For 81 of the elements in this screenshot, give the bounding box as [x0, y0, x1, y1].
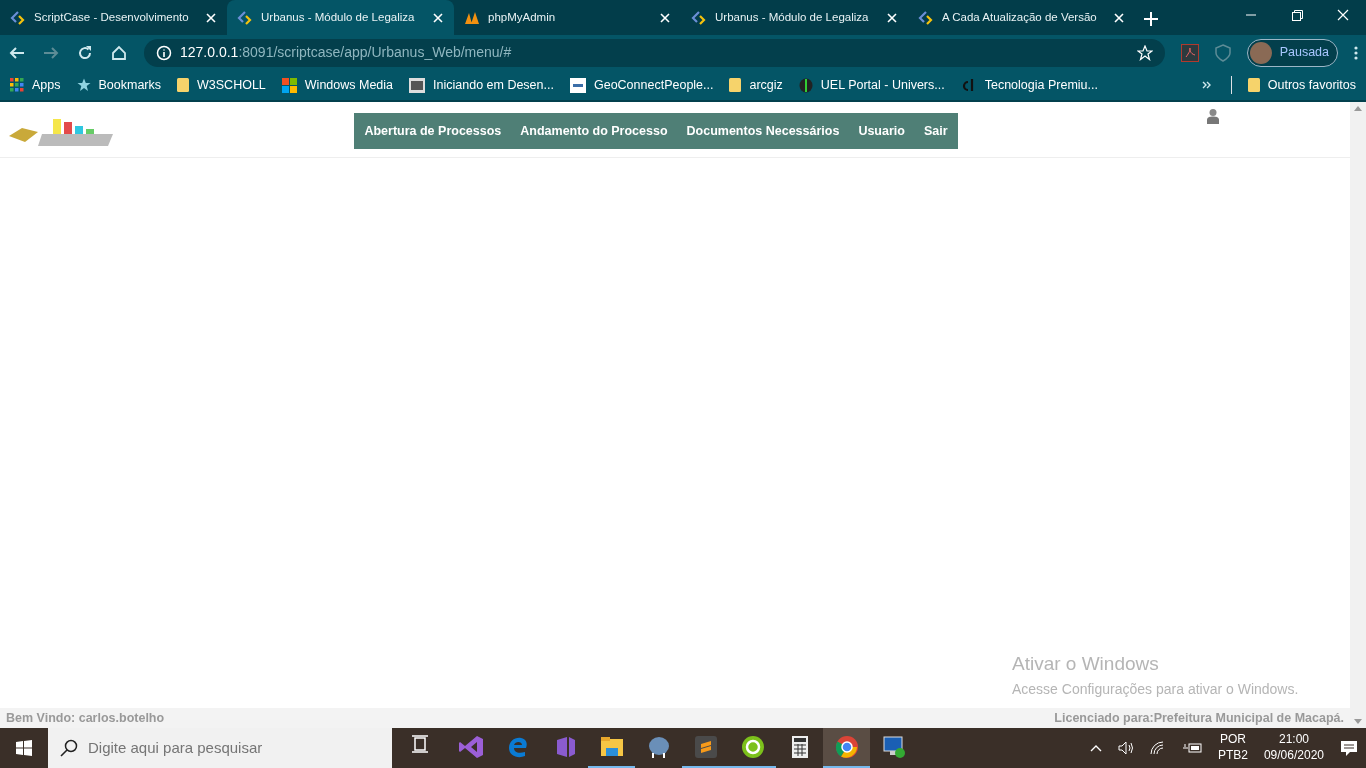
close-icon: [660, 12, 670, 23]
search-box[interactable]: Digite aqui para pesquisar: [48, 728, 392, 768]
folder-icon: [729, 77, 742, 93]
pdf-extension-icon[interactable]: [1180, 43, 1199, 62]
bookmark[interactable]: Iniciando em Desen...: [409, 75, 554, 95]
globe-icon: [798, 77, 813, 93]
home-icon: [111, 44, 127, 61]
chevron-logo-icon: [237, 9, 253, 26]
new-tab-button[interactable]: [1143, 11, 1159, 27]
home-button[interactable]: [110, 44, 128, 61]
close-icon: [1337, 9, 1349, 21]
chevron-logo-icon: [10, 9, 26, 26]
bookmark[interactable]: Windows Media: [281, 75, 394, 95]
plus-icon: [1144, 12, 1158, 26]
forward-arrow-icon: [43, 44, 59, 61]
double-chevron-icon: [1201, 80, 1212, 90]
folder-icon: [177, 77, 190, 93]
round-logo-icon: [740, 735, 765, 759]
browser-tab[interactable]: A Cada Atualização de Versão: [908, 0, 1135, 35]
chevron-logo-icon: [918, 9, 934, 26]
close-icon: [433, 12, 443, 23]
language-indicator[interactable]: POR PTB2: [1217, 732, 1248, 764]
back-button[interactable]: [8, 44, 26, 61]
browser-tab[interactable]: phpMyAdmin: [454, 0, 681, 35]
battery-icon[interactable]: [1181, 741, 1202, 755]
folder-icon: [599, 735, 624, 759]
s-logo-icon: [693, 735, 718, 759]
clock[interactable]: 21:00 09/06/2020: [1263, 732, 1324, 764]
browser-tab[interactable]: Urbanus - Módulo de Legaliza: [681, 0, 908, 35]
folder-icon: [1247, 77, 1260, 93]
bookmarks-folder[interactable]: Outros favoritos: [1230, 75, 1356, 95]
address-bar[interactable]: 127.0.0.1:8091/scriptcase/app/Urbanus_Web/menu/#: [144, 38, 1165, 67]
windows-logo-icon: [16, 740, 32, 756]
restore-icon: [1291, 9, 1303, 21]
volume-icon[interactable]: [1117, 740, 1134, 756]
search-field[interactable]: Digite aqui para pesquisar: [86, 735, 380, 761]
menu-icon[interactable]: [1354, 44, 1358, 61]
wifi-icon[interactable]: [1149, 741, 1166, 755]
close-icon: [206, 12, 216, 23]
menu-link[interactable]: Documentos Necessários: [677, 121, 849, 141]
activation-title: Ativar o Windows: [1012, 652, 1160, 676]
menu-link[interactable]: Andamento do Processo: [510, 121, 678, 141]
image-icon: [409, 77, 426, 93]
star-icon: [76, 78, 91, 92]
menu-link[interactable]: Abertura de Processos: [354, 121, 511, 141]
reload-icon: [77, 44, 93, 61]
user-icon[interactable]: [1206, 108, 1220, 124]
close-icon: [887, 12, 897, 23]
apps-grid-icon: [10, 78, 24, 92]
search-icon: [60, 739, 78, 757]
browser-logo-icon: [834, 735, 859, 759]
bookmark[interactable]: Tecnologia Premiu...: [960, 75, 1098, 95]
chevron-logo-icon: [691, 9, 707, 26]
bookmark[interactable]: GeoConnectPeople...: [569, 75, 714, 95]
menu-link[interactable]: Sair: [914, 121, 958, 141]
reload-button[interactable]: [76, 44, 94, 61]
chevron-up-icon[interactable]: [1089, 744, 1102, 752]
back-arrow-icon: [9, 44, 25, 61]
star-icon[interactable]: [1136, 44, 1153, 61]
info-icon: [156, 44, 172, 61]
windows-logo-icon: [281, 77, 297, 93]
bookmark[interactable]: W3SCHOLL: [177, 75, 266, 95]
taskbar-app[interactable]: [823, 728, 870, 768]
page-icon: [569, 77, 586, 93]
monitor-icon: [881, 735, 906, 759]
menu-link[interactable]: Usuario: [848, 121, 915, 141]
browser-tab[interactable]: ScriptCase - Desenvolvimento: [0, 0, 227, 35]
bookmark[interactable]: Apps: [10, 75, 61, 95]
license-text: Licenciado para:Prefeitura Municipal de Macapá.: [1054, 709, 1344, 727]
notifications-icon[interactable]: [1340, 739, 1358, 757]
infinity-logo-icon: [458, 735, 483, 759]
profile-button[interactable]: Pausada: [1246, 38, 1338, 67]
close-icon: [1114, 12, 1124, 23]
browser-tab[interactable]: Urbanus - Módulo de Legaliza: [227, 0, 454, 35]
bookmark[interactable]: Bookmarks: [76, 75, 162, 95]
bookmark[interactable]: arcgiz: [729, 75, 783, 95]
bookmark[interactable]: UEL Portal - Univers...: [798, 75, 945, 95]
welcome-text: Bem Vindo: carlos.botelho: [6, 709, 165, 727]
elephant-icon: [646, 735, 671, 759]
activation-text: Acesse Configurações para ativar o Windows.: [1012, 679, 1299, 699]
avatar-icon: [1249, 41, 1272, 64]
